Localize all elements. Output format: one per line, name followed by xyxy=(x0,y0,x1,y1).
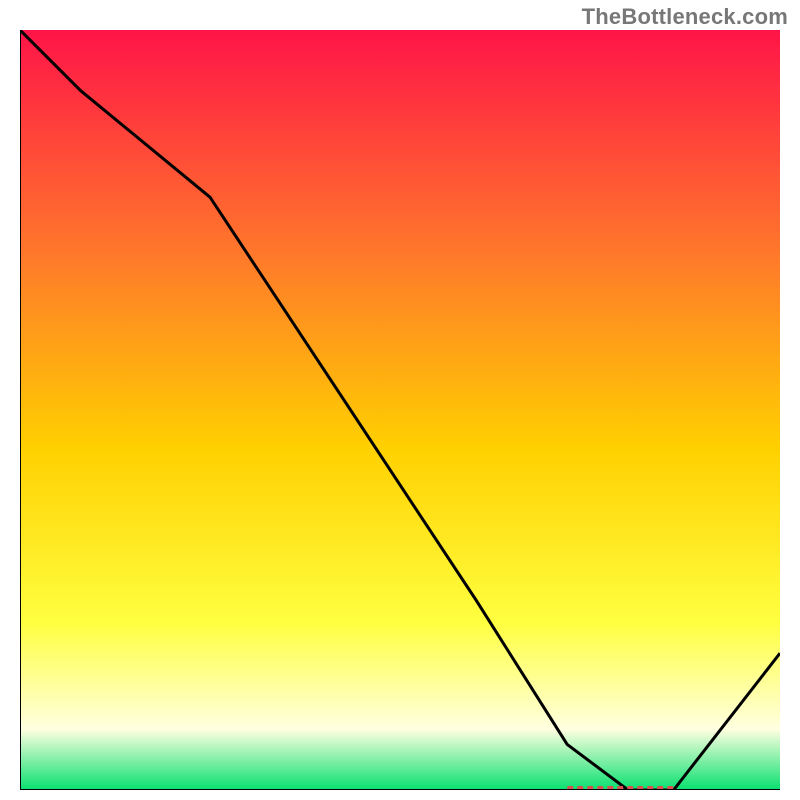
watermark-text: TheBottleneck.com xyxy=(582,4,788,30)
plot-area xyxy=(20,30,780,790)
chart-svg xyxy=(20,30,780,790)
heat-background xyxy=(20,30,780,790)
chart-container: TheBottleneck.com xyxy=(0,0,800,800)
